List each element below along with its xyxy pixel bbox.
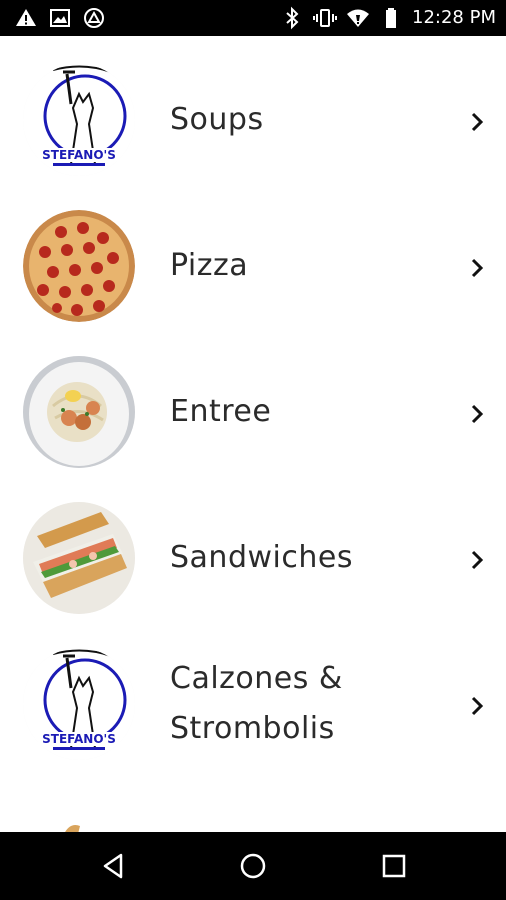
menu-item-soups[interactable]: STEFANO'S Soups [0,36,506,182]
svg-text:STEFANO'S: STEFANO'S [42,148,116,162]
sandwich-thumb [23,502,135,614]
clock: 12:28 PM [412,7,496,28]
menu-item-label: Sandwiches [170,540,353,575]
status-bar: 12:28 PM [0,0,506,36]
menu-category-list[interactable]: STEFANO'S Soups Pizza Entree Sandwiches … [0,36,506,832]
menu-item-sandwiches[interactable]: Sandwiches [0,474,506,620]
svg-text:STEFANO'S: STEFANO'S [42,732,116,746]
home-icon[interactable] [237,850,269,882]
menu-item-entree[interactable]: Entree [0,328,506,474]
chevron-right-icon [471,258,484,278]
chevron-right-icon [471,404,484,424]
chevron-right-icon [471,550,484,570]
stefanos-logo-thumb: STEFANO'S [23,648,135,760]
sub-sandwich-icon [23,502,135,614]
menu-item-label: Calzones & Strombolis [170,654,460,754]
chevron-right-icon [471,696,484,716]
menu-item-partial[interactable] [0,766,506,832]
bluetooth-icon [286,6,299,30]
navigation-bar [0,832,506,900]
recents-icon[interactable] [378,850,410,882]
stefanos-logo-thumb: STEFANO'S [23,64,135,176]
menu-item-label: Pizza [170,248,249,283]
battery-icon [386,8,397,28]
chevron-right-icon [471,112,484,132]
menu-item-calzones-strombolis[interactable]: STEFANO'S Calzones & Strombolis [0,620,506,766]
menu-item-pizza[interactable]: Pizza [0,182,506,328]
menu-item-label: Soups [170,102,264,137]
warning-icon [16,9,36,26]
image-icon [50,9,70,27]
entree-thumb [23,356,135,468]
pepperoni-pizza-icon [23,210,135,322]
menu-item-label-line1: Calzones & [170,661,343,696]
wifi-icon [347,9,370,27]
menu-item-label-line2: Strombolis [170,711,335,746]
pizza-thumb [23,210,135,322]
back-icon[interactable] [97,850,129,882]
menu-item-label: Entree [170,394,272,429]
statue-of-liberty-logo-icon: STEFANO'S [23,64,135,176]
triangle-app-icon [84,8,104,28]
shrimp-pasta-plate-icon [23,356,135,468]
statue-of-liberty-logo-icon: STEFANO'S [23,648,135,760]
food-thumb-partial-icon [65,825,80,832]
vibrate-icon [313,9,338,27]
